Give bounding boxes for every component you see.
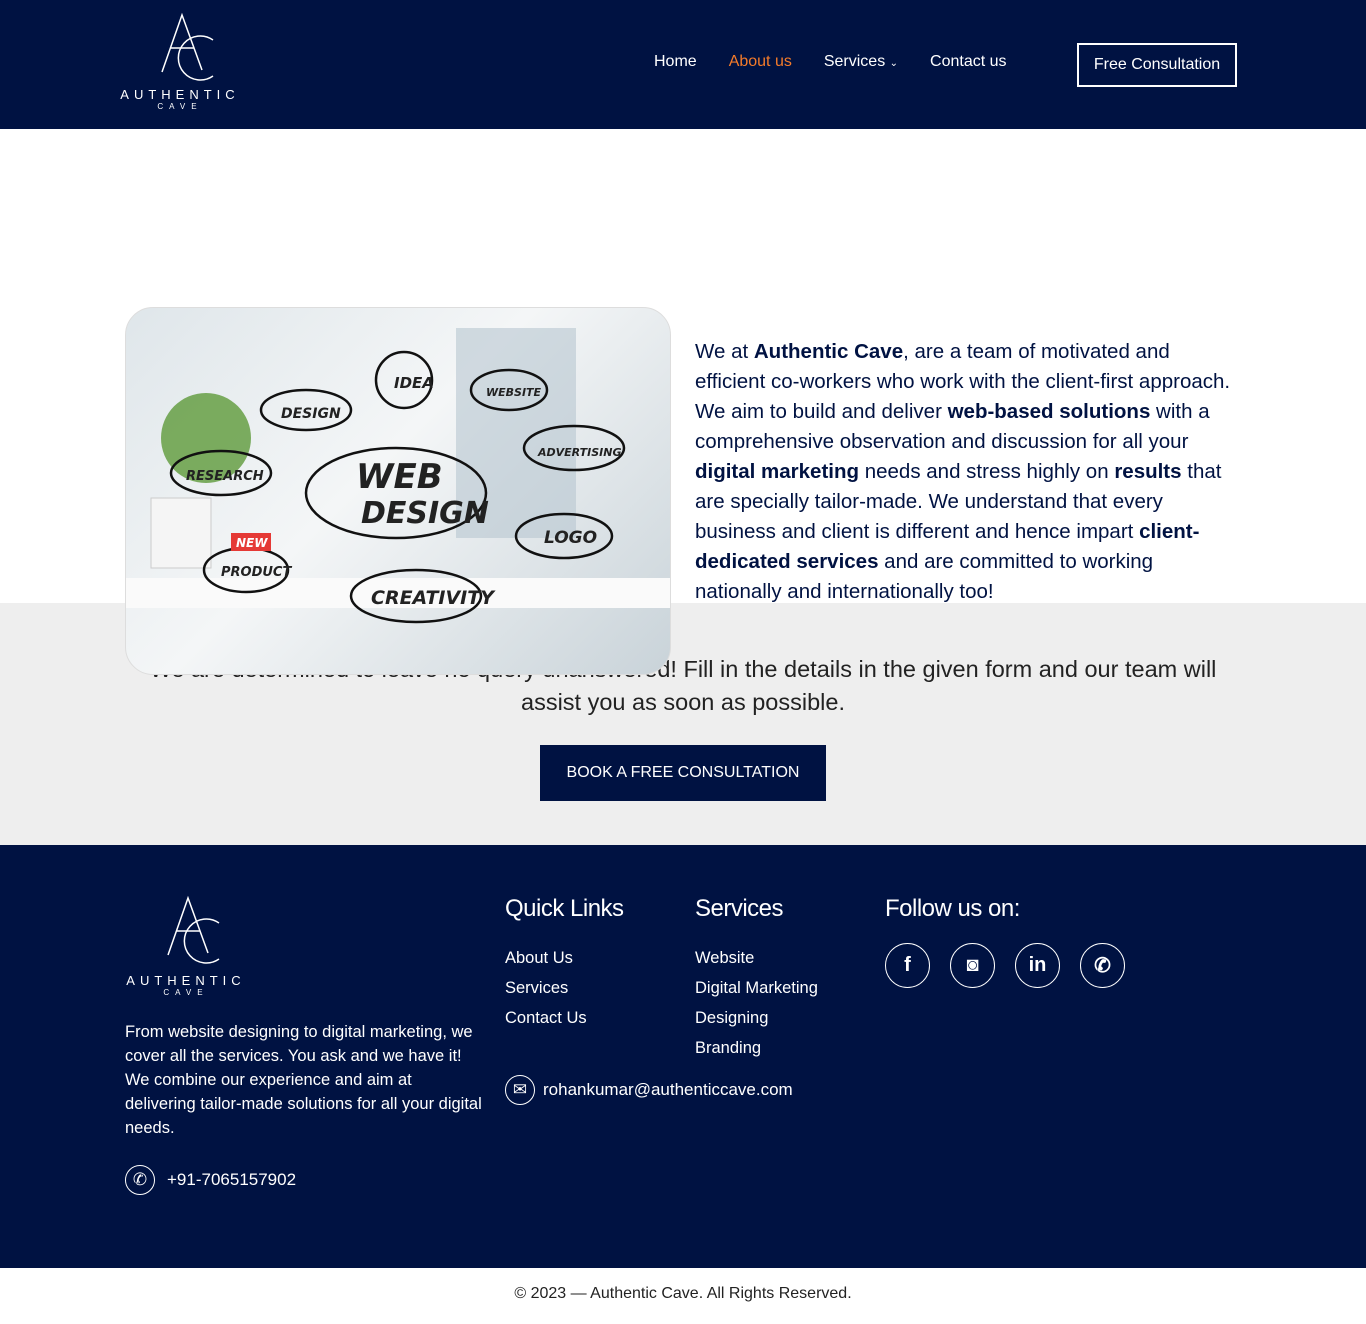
linkedin-icon[interactable]: in — [1015, 943, 1060, 988]
logo-subtext: CAVE — [163, 988, 209, 997]
phone-number: +91-7065157902 — [167, 1170, 297, 1189]
label-website: WEBSITE — [486, 386, 542, 399]
service-link-designing[interactable]: Designing — [695, 1003, 818, 1033]
mail-icon: ✉ — [505, 1075, 535, 1105]
nav-about[interactable]: About us — [729, 53, 792, 71]
label-product: PRODUCT — [221, 565, 292, 580]
quick-links-title: Quick Links — [505, 895, 624, 922]
service-link-digital-marketing[interactable]: Digital Marketing — [695, 973, 818, 1003]
about-section: IDEA WEBSITE DESIGN RESEARCH ADVERTISING… — [0, 129, 1366, 675]
nav-home[interactable]: Home — [654, 53, 697, 71]
services-title: Services — [695, 895, 784, 922]
web-design-image: IDEA WEBSITE DESIGN RESEARCH ADVERTISING… — [125, 307, 671, 675]
services-links: Services Website Digital Marketing Desig… — [695, 895, 818, 1063]
chevron-down-icon: ⌄ — [889, 58, 899, 69]
quick-links: Quick Links About Us Services Contact Us — [505, 895, 624, 1033]
label-creativity: CREATIVITY — [371, 587, 496, 609]
nav-services-label: Services — [823, 53, 886, 70]
service-link-branding[interactable]: Branding — [695, 1033, 818, 1063]
logo-mark — [167, 895, 220, 964]
logo[interactable]: AUTHENTIC CAVE — [120, 10, 240, 111]
navbar: AUTHENTIC CAVE Home About us Services ⌄ … — [0, 0, 1366, 129]
nav-contact[interactable]: Contact us — [930, 53, 1006, 71]
email-address: rohankumar@authenticcave.com — [543, 1080, 793, 1099]
phone-contact[interactable]: ✆ +91-7065157902 — [125, 1165, 296, 1195]
logo-text: AUTHENTIC — [126, 973, 246, 988]
main-menu: Home About us Services ⌄ Contact us — [654, 53, 1007, 71]
copyright: © 2023 — Authentic Cave. All Rights Rese… — [514, 1285, 852, 1302]
label-idea: IDEA — [394, 374, 434, 392]
follow-us: Follow us on: f ◙ in ✆ — [885, 895, 1125, 988]
logo-mark — [161, 12, 214, 81]
label-new: NEW — [236, 536, 268, 550]
facebook-icon[interactable]: f — [885, 943, 930, 988]
whatsapp-icon[interactable]: ✆ — [1080, 943, 1125, 988]
logo-subtext: CAVE — [157, 102, 203, 111]
label-web: WEB — [356, 457, 443, 497]
label-research: RESEARCH — [186, 469, 264, 484]
logo-text: AUTHENTIC — [120, 87, 240, 102]
phone-icon: ✆ — [125, 1165, 155, 1195]
footer-logo: AUTHENTIC CAVE — [124, 893, 248, 997]
footer-link-services[interactable]: Services — [505, 973, 624, 1003]
book-consultation-button[interactable]: BOOK A FREE CONSULTATION — [540, 745, 826, 801]
about-text: We at Authentic Cave, are a team of moti… — [695, 340, 1231, 603]
service-link-website[interactable]: Website — [695, 943, 818, 973]
footer-link-contact[interactable]: Contact Us — [505, 1003, 624, 1033]
footer-description: From website designing to digital market… — [125, 1023, 482, 1137]
nav-services[interactable]: Services ⌄ — [824, 53, 898, 71]
footer-link-about[interactable]: About Us — [505, 943, 624, 973]
label-advertising: ADVERTISING — [537, 446, 622, 459]
follow-title: Follow us on: — [885, 895, 1020, 922]
label-design: DESIGN — [281, 406, 341, 422]
email-contact[interactable]: ✉ rohankumar@authenticcave.com — [505, 1075, 793, 1105]
free-consultation-button[interactable]: Free Consultation — [1077, 43, 1237, 87]
label-design-big: DESIGN — [361, 496, 489, 531]
instagram-icon[interactable]: ◙ — [950, 943, 995, 988]
label-logo: LOGO — [544, 528, 597, 548]
footer: AUTHENTIC CAVE From website designing to… — [0, 845, 1366, 1268]
